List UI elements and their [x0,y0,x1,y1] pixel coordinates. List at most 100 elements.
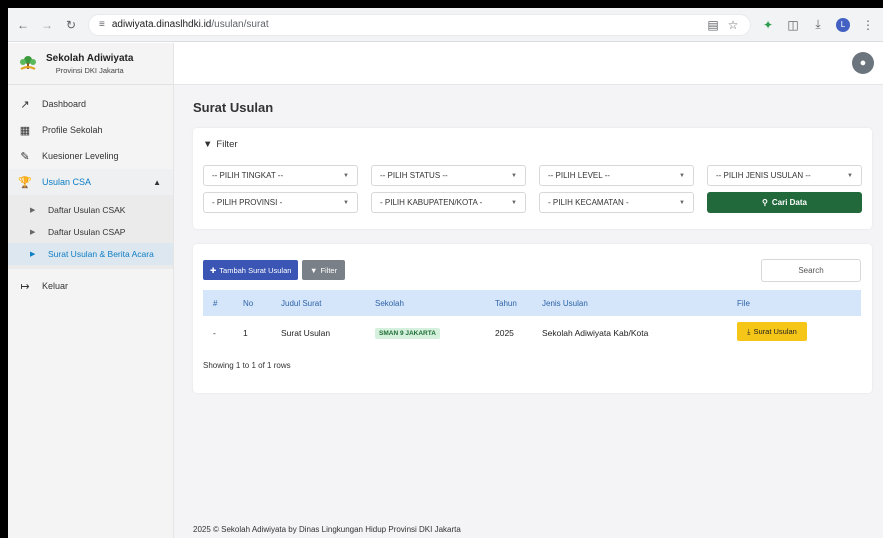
footer-text: 2025 © Sekolah Adiwiyata by Dinas Lingku… [193,525,461,534]
sidebar-subitem-daftar-csap[interactable]: ▶ Daftar Usulan CSAP [8,221,173,243]
filter-funnel-icon: ▼ [310,265,318,275]
download-icon[interactable]: ⤓ [811,17,825,32]
column-header-judul[interactable]: Judul Surat [281,299,321,308]
table-row: - 1 Surat Usulan SMAN 9 JAKARTA 2025 Sek… [203,317,861,347]
sidebar-subitem-label: Daftar Usulan CSAK [48,205,126,215]
translate-icon[interactable]: ▤ [706,18,720,32]
site-settings-icon[interactable]: ≡ [99,19,105,30]
cari-data-button[interactable]: ⚲ Cari Data [707,192,862,213]
sidebar-item-label: Dashboard [42,99,87,109]
sidebar-subitem-label: Daftar Usulan CSAP [48,227,126,237]
chevron-down-icon: ▼ [847,172,853,179]
plus-icon: ✚ [210,265,217,275]
download-surat-button[interactable]: ⤓ Surat Usulan [737,322,807,341]
sidebar-item-label: Profile Sekolah [42,125,103,135]
sidebar-item-label: Keluar [42,281,69,291]
back-icon[interactable]: ← [16,18,30,32]
select-kabupaten[interactable]: - PILIH KABUPATEN/KOTA - ▼ [371,192,526,213]
chevron-down-icon: ▼ [511,199,517,206]
filter-heading-label: Filter [216,139,238,150]
select-provinsi[interactable]: - PILIH PROVINSI - ▼ [203,192,358,213]
submenu-usulan-csa: ▶ Daftar Usulan CSAK ▶ Daftar Usulan CSA… [8,195,173,269]
add-surat-usulan-button[interactable]: ✚ Tambah Surat Usulan [203,260,299,280]
chevron-down-icon: ▼ [679,172,685,179]
sidebar-subitem-label: Surat Usulan & Berita Acara [48,249,154,259]
user-avatar-icon[interactable]: ● [852,52,874,74]
chevron-down-icon: ▼ [511,172,517,179]
brand-subtitle: Provinsi DKI Jakarta [55,65,124,75]
bookmark-star-icon[interactable]: ☆ [726,18,740,32]
select-provinsi-value: - PILIH PROVINSI - [212,198,283,207]
chevron-right-icon: ▶ [30,251,36,258]
column-header-no[interactable]: No [243,299,253,308]
extension-leaf-icon[interactable]: ✦ [761,18,775,32]
forward-icon[interactable]: → [40,18,54,32]
sidebar-item-profile-sekolah[interactable]: ▦ Profile Sekolah [8,117,173,143]
menu-kebab-icon[interactable]: ⋮ [861,18,875,32]
chevron-right-icon: ▶ [30,229,36,236]
chevron-up-icon: ▲ [153,177,161,187]
brand-title: Sekolah Adiwiyata [46,52,134,64]
select-jenis-usulan[interactable]: -- PILIH JENIS USULAN -- ▼ [707,165,862,186]
pagination-info: Showing 1 to 1 of 1 rows [203,361,291,370]
building-icon: ▦ [19,124,31,137]
select-status[interactable]: -- PILIH STATUS -- ▼ [371,165,526,186]
cell-tahun: 2025 [495,328,514,338]
column-header-tahun[interactable]: Tahun [495,299,517,308]
select-level[interactable]: -- PILIH LEVEL -- ▼ [539,165,694,186]
column-header-hash: # [213,299,218,308]
chart-line-icon: ↗ [20,98,30,111]
select-level-value: -- PILIH LEVEL -- [548,171,610,180]
select-tingkat-value: -- PILIH TINGKAT -- [212,171,284,180]
brand[interactable]: Sekolah Adiwiyata Provinsi DKI Jakarta [8,43,173,85]
main-content: ● Surat Usulan ▼ Filter -- PILIH TINGKAT… [174,43,883,538]
sidebar-item-dashboard[interactable]: ↗ Dashboard [8,91,173,117]
url-host: adiwiyata.dinaslhdki.id [111,19,212,30]
download-icon: ⤓ [747,326,751,336]
sidebar-item-usulan-csa[interactable]: 🏆 Usulan CSA ▲ [8,169,173,195]
adiwiyata-logo-icon [20,55,36,70]
select-jenis-value: -- PILIH JENIS USULAN -- [716,171,811,180]
profile-avatar-icon[interactable]: L [836,17,850,32]
column-header-file[interactable]: File [737,299,750,308]
logout-icon: ↦ [20,280,30,293]
cari-data-label: Cari Data [771,198,807,207]
search-icon: ⚲ [762,198,768,207]
url-path: /usulan/surat [211,19,269,30]
select-kabupaten-value: - PILIH KABUPATEN/KOTA - [380,198,483,207]
reload-icon[interactable]: ↻ [64,18,78,32]
search-input[interactable]: Search [761,259,861,282]
sidebar-subitem-daftar-csak[interactable]: ▶ Daftar Usulan CSAK [8,199,173,221]
address-url: adiwiyata.dinaslhdki.id/usulan/surat [112,19,269,30]
table-card: ✚ Tambah Surat Usulan ▼ Filter Search # … [193,244,872,393]
address-bar[interactable]: ≡ adiwiyata.dinaslhdki.id/usulan/surat ▤… [88,13,751,36]
chevron-down-icon: ▼ [343,172,349,179]
edit-icon: ✎ [20,150,30,163]
sidebar-item-keluar[interactable]: ↦ Keluar [8,273,173,299]
table-filter-button[interactable]: ▼ Filter [302,260,346,280]
select-status-value: -- PILIH STATUS -- [380,171,448,180]
filter-card: ▼ Filter -- PILIH TINGKAT -- ▼ -- PILIH … [193,128,872,229]
chevron-down-icon: ▼ [679,199,685,206]
cell-judul: Surat Usulan [281,328,331,338]
column-header-sekolah[interactable]: Sekolah [375,299,404,308]
cell-no: 1 [243,328,248,338]
select-kecamatan-value: - PILIH KECAMATAN - [548,198,629,207]
file-button-label: Surat Usulan [753,327,797,336]
sidebar-item-kuesioner-leveling[interactable]: ✎ Kuesioner Leveling [8,143,173,169]
extensions-puzzle-icon[interactable]: ◫ [786,18,800,32]
select-tingkat[interactable]: -- PILIH TINGKAT -- ▼ [203,165,358,186]
column-header-jenis[interactable]: Jenis Usulan [542,299,588,308]
sidebar-subitem-surat-usulan[interactable]: ▶ Surat Usulan & Berita Acara [8,243,173,265]
sekolah-badge: SMAN 9 JAKARTA [375,328,440,339]
select-kecamatan[interactable]: - PILIH KECAMATAN - ▼ [539,192,694,213]
page-title: Surat Usulan [193,100,274,115]
sidebar-menu: ↗ Dashboard ▦ Profile Sekolah ✎ Kuesione… [8,85,173,299]
filter-button-label: Filter [320,265,338,275]
search-placeholder: Search [798,266,824,275]
top-navbar: ● [174,43,883,85]
sidebar-item-label: Kuesioner Leveling [42,151,119,161]
add-button-label: Tambah Surat Usulan [219,265,292,275]
table-header: # No Judul Surat Sekolah Tahun Jenis Usu… [203,290,861,316]
cell-jenis: Sekolah Adiwiyata Kab/Kota [542,328,649,338]
